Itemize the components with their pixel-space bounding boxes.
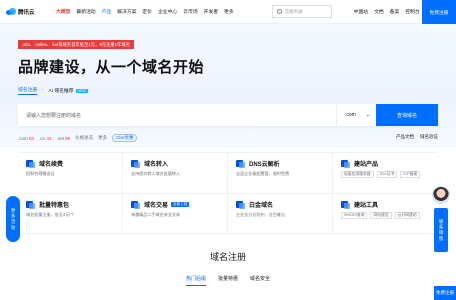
cloud-logo-icon <box>6 8 16 15</box>
tab-bulk-offer[interactable]: 批量特惠 <box>218 275 238 286</box>
service-title: 建站产品 <box>354 162 379 168</box>
platinum-icon <box>236 200 245 209</box>
service-title: 白金域名 <box>249 202 274 209</box>
brand-logo[interactable]: 腾讯云 <box>6 8 56 16</box>
nav-item-solutions[interactable]: 解决方案 <box>117 8 136 15</box>
service-chips: 轻量应用服务器 SSL证书 ICP备案 <box>341 171 430 178</box>
tld-select-value: .com <box>345 112 356 118</box>
renew-icon <box>26 159 35 168</box>
chevron-down-icon: ⌄ <box>365 112 370 118</box>
domain-verify-link[interactable]: 域名验证 <box>420 134 438 140</box>
nav-item-llm[interactable]: 大模型 <box>56 8 70 15</box>
price-item-com[interactable]: .com 83 <box>18 136 34 141</box>
section-title: 域名注册 <box>209 252 246 262</box>
tab-domain-register[interactable]: 域名注册 <box>18 86 38 95</box>
global-search-input[interactable]: 云服务器 <box>271 5 332 18</box>
page-title: 品牌建设，从一个域名开始 <box>18 59 205 76</box>
service-title: 批量特惠包 <box>39 202 70 209</box>
chip-link[interactable]: 轻量应用服务器 <box>341 171 374 178</box>
search-mode-tabs: 域名注册 | AI 域名推荐 NEW <box>18 86 88 95</box>
service-title: 建站工具 <box>354 202 379 209</box>
dns-icon <box>236 159 245 168</box>
chip-link[interactable]: SSL证书 <box>376 171 398 178</box>
service-title: 域名转入 <box>144 162 169 168</box>
nav-item-developers[interactable]: 开发者 <box>204 8 218 15</box>
service-desc: 招财合规赠送证 <box>26 171 55 176</box>
new-badge: NEW <box>75 88 88 93</box>
free-signup-button[interactable]: 免费注册 <box>422 0 456 24</box>
top-navigation: 腾讯云 大模型 最新活动 产品 解决方案 定价 企业中心 云市场 开发者 更多 … <box>0 0 456 24</box>
promo-banner[interactable]: .site、.online、.fun等域名首年低至1元，9元注册1年域名 <box>18 40 134 49</box>
chip-link[interactable]: ICP备案 <box>400 171 421 178</box>
service-card[interactable]: 域名转入 支持首次转入域名批量转入 <box>123 153 228 194</box>
global-search-placeholder: 云服务器 <box>284 8 303 14</box>
price-item-cn[interactable]: .cn 33 <box>39 136 51 141</box>
price-item-net[interactable]: .net 86 <box>56 136 70 141</box>
nav-item-more[interactable]: 更多 <box>224 8 234 15</box>
nav-item-pricing[interactable]: 定价 <box>142 8 152 15</box>
service-desc: 海量精品二手域名安全交易 <box>131 211 181 217</box>
trade-icon <box>131 200 140 209</box>
chip-link[interactable]: WHOIS查询 <box>341 211 368 219</box>
bulk-pack-icon <box>26 200 35 209</box>
nav-docs[interactable]: 文档 <box>374 8 384 15</box>
nav-item-products[interactable]: 产品 <box>102 8 112 15</box>
tab-domain-security[interactable]: 域名安全 <box>250 275 270 286</box>
domain-search-input[interactable]: 请输入您想要注册的域名 <box>18 112 336 119</box>
service-card[interactable]: 建站工具 WHOIS查询 网站建设 云开网建站 <box>333 194 438 234</box>
main-menu: 大模型 最新活动 产品 解决方案 定价 企业中心 云市场 开发者 更多 <box>56 8 234 15</box>
chip-link[interactable]: 云开网建站 <box>394 211 420 219</box>
hero-right-links: 产品文档 域名验证 <box>396 134 438 140</box>
price-list: .com 83 .cn 33 .net 86 价格总览 更多 Cbe优惠 <box>18 134 138 142</box>
hero-banner: .site、.online、.fun等域名首年低至1元，9元注册1年域名 品牌建… <box>0 24 456 148</box>
tools-icon <box>341 200 350 209</box>
nav-item-market[interactable]: 云市场 <box>183 8 197 15</box>
service-desc: 全面企业级配置管，限时免费 <box>236 171 290 176</box>
tld-select[interactable]: .com ⌄ <box>336 104 376 126</box>
service-desc: 域名批量注册，低至4元/个 <box>26 211 75 217</box>
service-card[interactable]: 批量特惠包 域名批量注册，低至4元/个 <box>18 193 123 234</box>
domain-search-bar: 请输入您想要注册的域名 .com ⌄ 查询域名 <box>18 104 438 126</box>
product-docs-link[interactable]: 产品文档 <box>396 134 414 140</box>
section-tabs: 热门后缀 批量特惠 域名安全 <box>0 275 456 286</box>
service-card[interactable]: 白金域名 企业全方位防护，过目难忘 <box>228 193 333 234</box>
tab-hot-suffix[interactable]: 热门后缀 <box>185 275 206 286</box>
brand-name: 腾讯云 <box>18 9 35 16</box>
sales-avatar[interactable] <box>432 186 450 204</box>
service-chips: WHOIS查询 网站建设 云开网建站 <box>341 211 430 219</box>
tab-divider: | <box>42 88 44 93</box>
service-grid: 域名续费 招财合规赠送证 域名转入 支持首次转入域名批量转入 DNS云解析 全面… <box>18 152 438 234</box>
service-card[interactable]: 域名续费 招财合规赠送证 <box>18 153 123 194</box>
service-desc: 企业全方位防护，过目难忘 <box>236 211 286 217</box>
nav-item-enterprise[interactable]: 企业中心 <box>158 8 177 15</box>
more-activities-float[interactable]: 更多活动 <box>6 196 20 242</box>
service-card[interactable]: 建站产品 轻量应用服务器 SSL证书 ICP备案 <box>333 153 438 194</box>
nav-filing[interactable]: 备案 <box>390 8 400 15</box>
site-switch[interactable]: 中国站 <box>354 8 368 15</box>
more-label: 更多 <box>98 135 108 140</box>
service-title: DNS云解析 <box>249 162 280 168</box>
transfer-icon <box>131 159 140 168</box>
chip-link[interactable]: 网站建设 <box>370 211 392 219</box>
service-card[interactable]: DNS云解析 全面企业级配置管，限时免费 <box>228 153 333 194</box>
site-builder-icon <box>341 159 350 168</box>
status-badge: 全新上线 <box>171 201 190 207</box>
bottom-signup-tab[interactable]: 免费注册 <box>434 286 456 300</box>
service-card[interactable]: 域名交易 全新上线 海量精品二手域名安全交易 <box>123 193 228 234</box>
nav-console[interactable]: 控制台 <box>405 8 419 15</box>
more-offers-link[interactable]: Cbe优惠 <box>112 134 138 142</box>
tab-ai-recommend[interactable]: AI 域名推荐 <box>48 87 73 94</box>
service-title: 域名续费 <box>39 162 64 168</box>
search-domain-button[interactable]: 查询域名 <box>376 104 438 126</box>
service-desc: 支持首次转入域名批量转入 <box>131 171 181 176</box>
search-icon <box>276 9 282 14</box>
service-title: 域名交易 <box>144 202 169 209</box>
nav-item-events[interactable]: 最新活动 <box>76 8 95 15</box>
price-overview-link[interactable]: 价格总览 <box>75 135 93 141</box>
contact-sales-float[interactable]: 联系销售 <box>434 208 448 252</box>
